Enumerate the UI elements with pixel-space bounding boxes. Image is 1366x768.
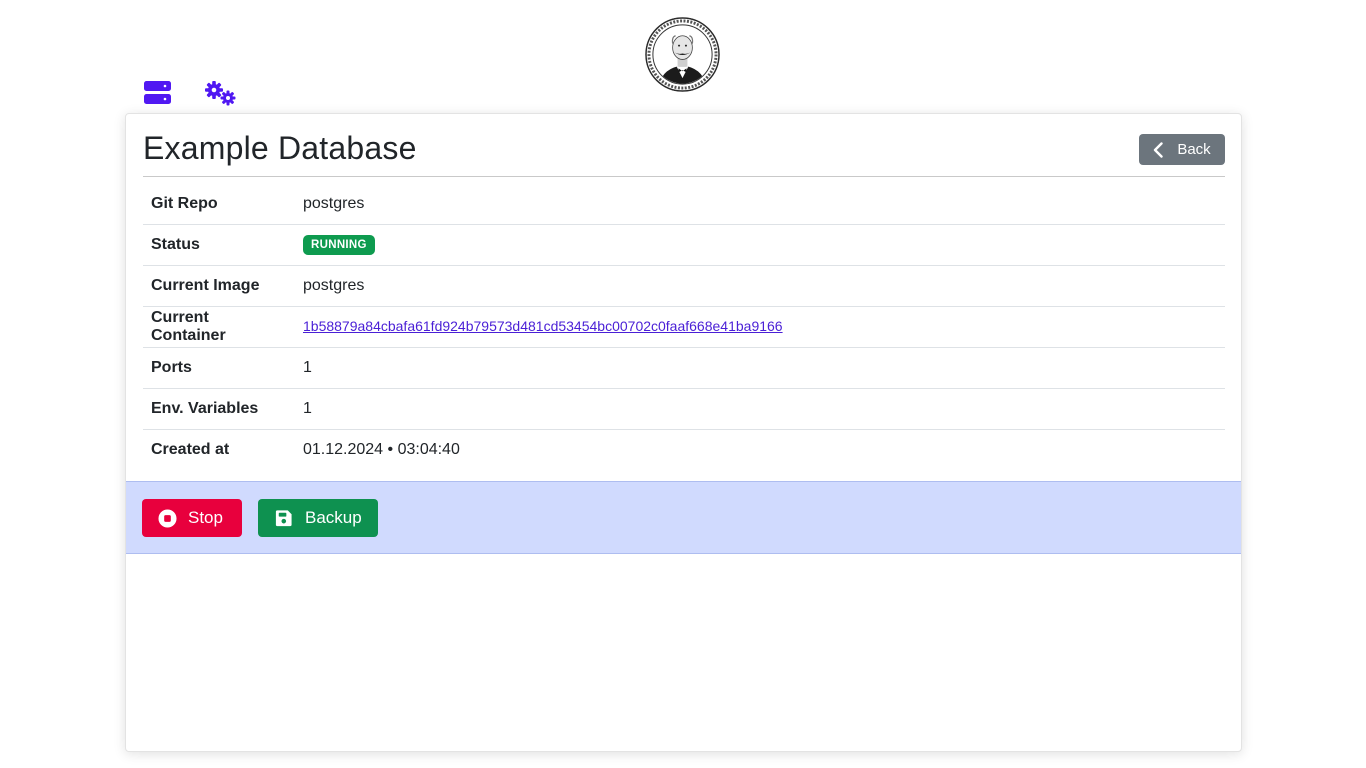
table-row: Status RUNNING: [143, 224, 1225, 266]
current-container-link[interactable]: 1b58879a84cbafa61fd924b79573d481cd53454b…: [303, 318, 783, 334]
back-button-label: Back: [1177, 141, 1211, 158]
chevron-left-icon: [1154, 141, 1164, 158]
server-icon[interactable]: [144, 81, 171, 105]
card-header: Example Database Back: [143, 114, 1225, 177]
table-row: Git Repo postgres: [143, 184, 1225, 225]
database-info-table: Git Repo postgres Status RUNNING Current…: [143, 184, 1225, 470]
stop-button-label: Stop: [188, 508, 223, 527]
ports-label: Ports: [143, 347, 295, 389]
page-title: Example Database: [143, 130, 417, 166]
current-image-label: Current Image: [143, 265, 295, 307]
git-repo-label: Git Repo: [143, 184, 295, 225]
back-button[interactable]: Back: [1139, 134, 1225, 165]
status-badge: RUNNING: [303, 235, 375, 255]
action-bar: Stop Backup: [126, 481, 1241, 554]
stop-button[interactable]: Stop: [142, 499, 242, 537]
created-at-label: Created at: [151, 441, 230, 458]
table-row: Current Image postgres: [143, 265, 1225, 307]
current-image-value: postgres: [295, 265, 1225, 307]
current-container-label: Current Container: [143, 306, 295, 348]
butler-logo: [645, 17, 720, 92]
created-at-value: 01.12.2024 • 03:04:40: [303, 441, 460, 458]
env-variables-label: Env. Variables: [143, 388, 295, 430]
git-repo-value: postgres: [295, 184, 1225, 225]
backup-button-label: Backup: [305, 508, 362, 527]
table-row: Created at 01.12.2024 • 03:04:40: [143, 430, 1225, 471]
status-label: Status: [143, 224, 295, 266]
env-variables-value: 1: [295, 388, 1225, 430]
table-row: Current Container 1b58879a84cbafa61fd924…: [143, 306, 1225, 348]
stop-circle-icon: [158, 508, 177, 528]
table-row: Ports 1: [143, 347, 1225, 389]
database-detail-card: Example Database Back Git Repo postgres …: [125, 113, 1242, 752]
floppy-disk-icon: [275, 509, 292, 526]
backup-button[interactable]: Backup: [258, 499, 378, 537]
table-row: Env. Variables 1: [143, 388, 1225, 430]
gears-icon[interactable]: [204, 80, 238, 108]
ports-value: 1: [295, 347, 1225, 389]
